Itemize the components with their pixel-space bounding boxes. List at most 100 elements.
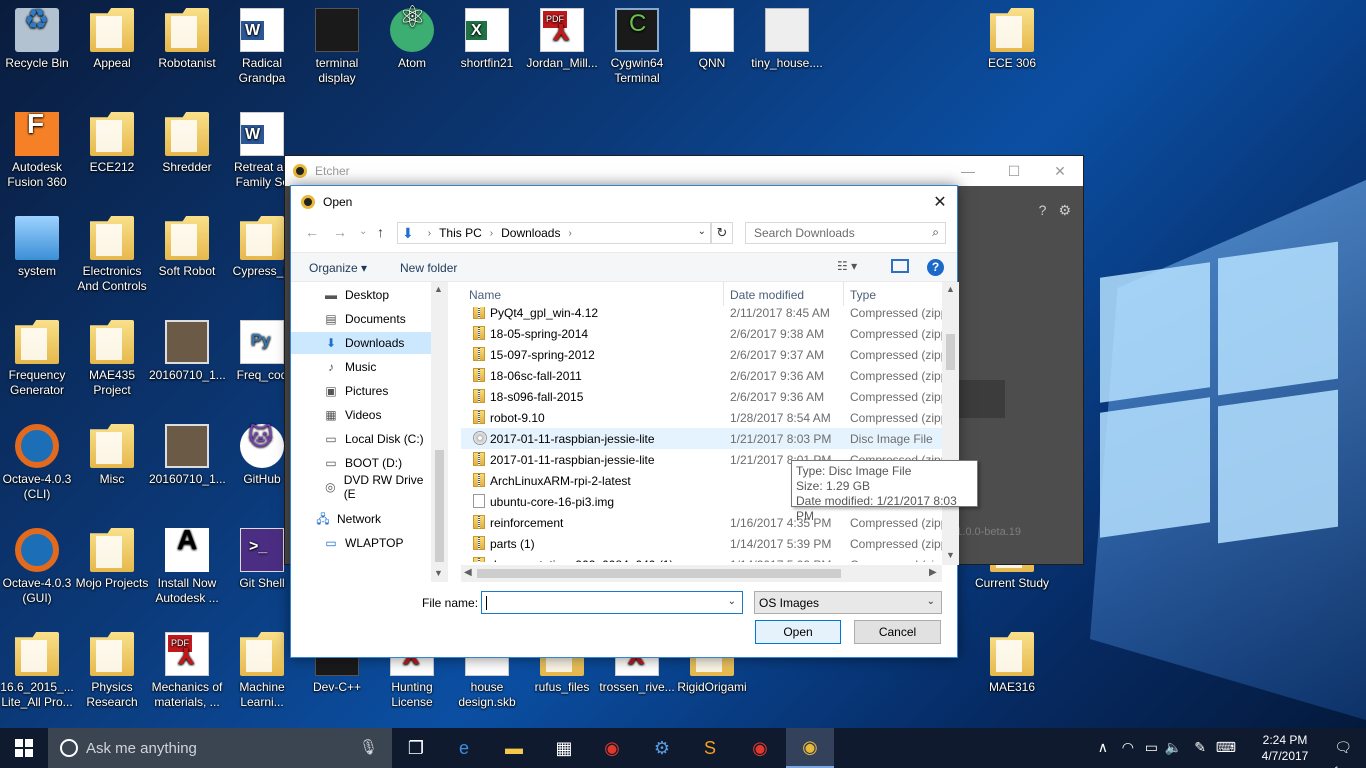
back-arrow-icon[interactable]: ←: [305, 224, 319, 240]
column-divider[interactable]: [723, 282, 724, 306]
desktop-icon-machine-learni[interactable]: Machine Learni...: [224, 632, 300, 710]
desktop-icon-shredder[interactable]: Shredder: [149, 112, 225, 175]
file-list-hscrollbar[interactable]: ◀ ▶: [461, 565, 942, 582]
start-button[interactable]: [0, 728, 48, 768]
preview-pane-icon[interactable]: [891, 259, 909, 273]
edge-icon[interactable]: e: [440, 728, 488, 768]
recent-locations-icon[interactable]: ⌄: [359, 226, 367, 237]
maximize-icon[interactable]: ☐: [991, 156, 1037, 186]
desktop-icon-terminal-display[interactable]: terminal display: [299, 8, 375, 86]
help-icon[interactable]: ?: [1039, 202, 1047, 219]
desktop-icon-system[interactable]: system: [0, 216, 75, 279]
file-explorer-icon[interactable]: ▬: [490, 728, 538, 768]
nav-item-local-disk-c[interactable]: ▭ Local Disk (C:): [291, 428, 431, 450]
battery-icon[interactable]: ▭: [1145, 739, 1158, 756]
open-file-dialog[interactable]: Open ✕ ← → ⌄ ↑ ⬇ › This PC › Downloads ›…: [290, 185, 978, 658]
nav-item-network[interactable]: 🖧 Network: [291, 508, 431, 530]
address-bar[interactable]: ⬇ › This PC › Downloads › ⌄: [397, 222, 711, 244]
desktop-icon-soft-robot[interactable]: Soft Robot: [149, 216, 225, 279]
nav-item-videos[interactable]: ▦ Videos: [291, 404, 431, 426]
up-arrow-icon[interactable]: ↑: [377, 224, 384, 240]
file-row[interactable]: robot-9.10 1/28/2017 8:54 AM Compressed (z…: [461, 407, 942, 428]
desktop-icon-misc[interactable]: Misc: [74, 424, 150, 487]
file-name-input[interactable]: ⌄: [481, 591, 743, 614]
sublime-icon[interactable]: S: [686, 728, 734, 768]
file-row[interactable]: documentation_902_0084_040 (1) 1/14/2017 …: [461, 554, 942, 562]
column-header-date[interactable]: Date modified: [730, 288, 804, 304]
nav-item-wlaptop[interactable]: ▭ WLAPTOP: [291, 532, 431, 554]
wifi-icon[interactable]: ◠: [1122, 739, 1134, 756]
chrome-canary-icon[interactable]: ◉: [736, 728, 784, 768]
minimize-icon[interactable]: —: [945, 156, 991, 186]
desktop-icon-octave-4-0-3-gui[interactable]: Octave-4.0.3 (GUI): [0, 528, 75, 606]
nav-item-pictures[interactable]: ▣ Pictures: [291, 380, 431, 402]
cancel-button[interactable]: Cancel: [854, 620, 941, 644]
keyboard-icon[interactable]: ⌨: [1216, 739, 1236, 756]
scroll-up-icon[interactable]: ▲: [946, 284, 955, 294]
desktop-icon-shortfin21[interactable]: shortfin21: [449, 8, 525, 71]
desktop-icon-robotanist[interactable]: Robotanist: [149, 8, 225, 71]
nav-scrollbar[interactable]: ▲ ▼: [431, 282, 448, 582]
desktop-icon-mae316[interactable]: MAE316: [974, 632, 1050, 695]
scroll-left-icon[interactable]: ◀: [464, 567, 472, 578]
chevron-down-icon[interactable]: ⌄: [728, 596, 736, 607]
file-row[interactable]: 18-05-spring-2014 2/6/2017 9:38 AM Compres…: [461, 323, 942, 344]
scroll-down-icon[interactable]: ▼: [434, 568, 443, 578]
file-row[interactable]: 18-s096-fall-2015 2/6/2017 9:36 AM Compres…: [461, 386, 942, 407]
volume-icon[interactable]: 🔈: [1165, 739, 1182, 756]
desktop-icon-atom[interactable]: Atom: [374, 8, 450, 71]
desktop-icon-ece212[interactable]: ECE212: [74, 112, 150, 175]
nav-item-music[interactable]: ♪ Music: [291, 356, 431, 378]
desktop-icon-16-6-2015-lite-all-pro[interactable]: 16.6_2015_... Lite_All Pro...: [0, 632, 75, 710]
desktop-icon-jordan-mill[interactable]: Jordan_Mill...: [524, 8, 600, 71]
new-folder-button[interactable]: New folder: [400, 261, 457, 275]
forward-arrow-icon[interactable]: →: [333, 224, 347, 240]
file-row[interactable]: parts (1) 1/14/2017 5:39 PM Compressed (zi…: [461, 533, 942, 554]
breadcrumb-downloads[interactable]: Downloads: [501, 226, 560, 240]
scroll-right-icon[interactable]: ▶: [929, 567, 937, 578]
desktop-icon-tiny-house[interactable]: tiny_house....: [749, 8, 825, 71]
desktop-icon-qnn[interactable]: QNN: [674, 8, 750, 71]
scroll-down-icon[interactable]: ▼: [946, 550, 955, 560]
refresh-icon[interactable]: ↻: [711, 222, 733, 244]
view-options-icon[interactable]: ☷ ▾: [837, 259, 857, 273]
column-header-type[interactable]: Type: [850, 288, 876, 304]
nav-item-dvd-rw-drive-e[interactable]: ◎ DVD RW Drive (E: [291, 473, 431, 501]
gear-icon[interactable]: ⚙: [1058, 202, 1071, 219]
desktop-icon-autodesk-fusion-360[interactable]: Autodesk Fusion 360: [0, 112, 75, 190]
chrome-icon[interactable]: ◉: [588, 728, 636, 768]
scroll-up-icon[interactable]: ▲: [434, 284, 443, 294]
file-type-filter[interactable]: OS Images ⌄: [754, 591, 942, 614]
scroll-thumb[interactable]: [946, 334, 955, 370]
network-app-icon[interactable]: ⚙: [638, 728, 686, 768]
nav-item-documents[interactable]: ▤ Documents: [291, 308, 431, 330]
desktop-icon-physics-research[interactable]: Physics Research: [74, 632, 150, 710]
column-divider[interactable]: [843, 282, 844, 306]
open-button[interactable]: Open: [755, 620, 841, 644]
nav-item-downloads[interactable]: ⬇ Downloads: [291, 332, 431, 354]
scroll-thumb[interactable]: [477, 569, 841, 578]
organize-button[interactable]: Organize ▾: [309, 261, 367, 275]
nav-item-boot-d[interactable]: ▭ BOOT (D:): [291, 452, 431, 474]
column-header-name[interactable]: Name: [469, 288, 501, 304]
microphone-icon[interactable]: 🎙: [359, 738, 378, 756]
desktop-icon-20160710-1[interactable]: 20160710_1...: [149, 320, 226, 383]
nav-item-desktop[interactable]: ▬ Desktop: [291, 284, 431, 306]
etcher-taskbar-icon[interactable]: ◉: [786, 728, 834, 768]
desktop-icon-install-now-autodesk[interactable]: Install Now Autodesk ...: [149, 528, 225, 606]
desktop-icon-cygwin64-terminal[interactable]: Cygwin64 Terminal: [599, 8, 675, 86]
file-row[interactable]: 18-06sc-fall-2011 2/6/2017 9:36 AM Compres…: [461, 365, 942, 386]
cortana-search-box[interactable]: Ask me anything 🎙: [48, 728, 392, 768]
chevron-down-icon[interactable]: ⌄: [698, 226, 706, 237]
file-row[interactable]: 15-097-spring-2012 2/6/2017 9:37 AM Compre…: [461, 344, 942, 365]
desktop-icon-20160710-1[interactable]: 20160710_1...: [149, 424, 226, 487]
file-row[interactable]: 2017-01-11-raspbian-jessie-lite 1/21/2017…: [461, 428, 942, 449]
desktop-icon-octave-4-0-3-cli[interactable]: Octave-4.0.3 (CLI): [0, 424, 75, 502]
desktop-icon-mojo-projects[interactable]: Mojo Projects: [74, 528, 150, 591]
scroll-thumb[interactable]: [435, 450, 444, 562]
breadcrumb-this-pc[interactable]: This PC: [439, 226, 482, 240]
desktop-icon-appeal[interactable]: Appeal: [74, 8, 150, 71]
desktop-icon-frequency-generator[interactable]: Frequency Generator: [0, 320, 75, 398]
close-icon[interactable]: ✕: [1037, 156, 1083, 186]
file-row[interactable]: PyQt4_gpl_win-4.12 2/11/2017 8:45 AM Compr…: [461, 307, 942, 323]
